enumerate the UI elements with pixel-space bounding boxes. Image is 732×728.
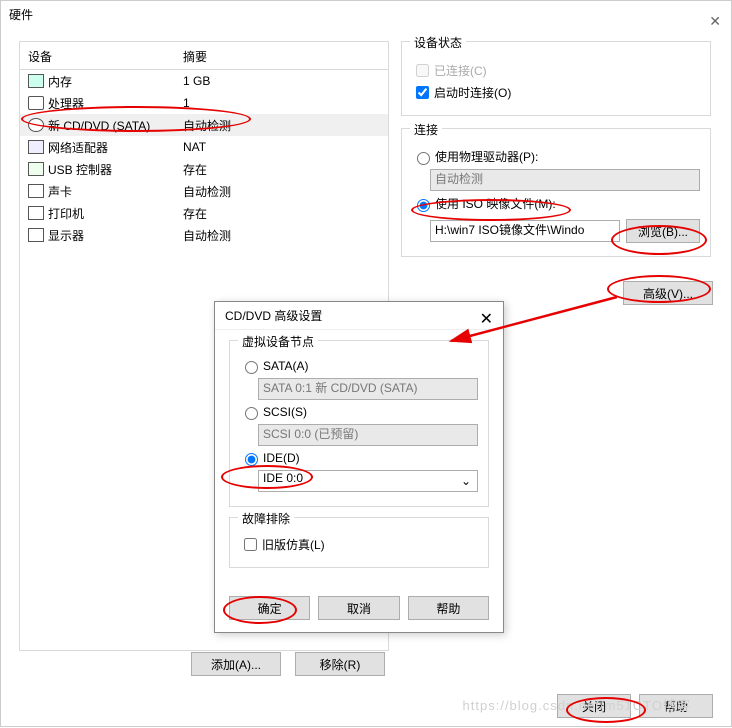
usb-icon xyxy=(28,162,44,176)
device-name: 网络适配器 xyxy=(48,139,183,156)
device-name: 声卡 xyxy=(48,183,183,200)
window-title: 硬件 xyxy=(9,8,33,22)
ide-radio-row[interactable]: IDE(D) xyxy=(240,450,478,466)
scsi-radio-row[interactable]: SCSI(S) xyxy=(240,404,478,420)
connected-checkbox-row[interactable]: 已连接(C) xyxy=(412,61,700,80)
use-iso-radio-row[interactable]: 使用 ISO 映像文件(M): xyxy=(412,195,700,212)
connect-on-power-row[interactable]: 启动时连接(O) xyxy=(412,83,700,102)
list-item[interactable]: 内存 1 GB xyxy=(20,70,388,92)
chevron-down-icon: ⌄ xyxy=(461,474,471,488)
device-summary: 存在 xyxy=(183,161,207,178)
connected-label: 已连接(C) xyxy=(434,62,487,79)
list-item[interactable]: 处理器 1 xyxy=(20,92,388,114)
fault-group: 故障排除 旧版仿真(L) xyxy=(229,517,489,568)
column-header-summary[interactable]: 摘要 xyxy=(183,48,380,65)
ide-label: IDE(D) xyxy=(263,451,300,465)
list-item[interactable]: 网络适配器 NAT xyxy=(20,136,388,158)
cpu-icon xyxy=(28,96,44,110)
device-summary: NAT xyxy=(183,140,206,154)
legacy-label: 旧版仿真(L) xyxy=(262,536,325,553)
iso-path-select[interactable]: H:\win7 ISO镜像文件\Windo xyxy=(430,220,620,242)
monitor-icon xyxy=(28,228,44,242)
sound-icon xyxy=(28,184,44,198)
scsi-radio[interactable] xyxy=(245,407,258,420)
use-iso-label: 使用 ISO 映像文件(M): xyxy=(435,195,556,212)
browse-button[interactable]: 浏览(B)... xyxy=(626,219,700,243)
advanced-button[interactable]: 高级(V)... xyxy=(623,281,713,305)
device-summary: 自动检测 xyxy=(183,117,231,134)
use-physical-radio[interactable] xyxy=(417,152,430,165)
ide-radio[interactable] xyxy=(245,453,258,466)
device-name: 新 CD/DVD (SATA) xyxy=(48,117,183,134)
connect-on-power-checkbox[interactable] xyxy=(416,86,429,99)
scsi-select: SCSI 0:0 (已预留) xyxy=(258,424,478,446)
printer-icon xyxy=(28,206,44,220)
group-title: 设备状态 xyxy=(410,34,466,51)
add-button[interactable]: 添加(A)... xyxy=(191,652,281,676)
list-item[interactable]: 声卡 自动检测 xyxy=(20,180,388,202)
scsi-label: SCSI(S) xyxy=(263,405,307,419)
connection-group: 连接 使用物理驱动器(P): 自动检测 使用 ISO 映像文件(M): H:\w… xyxy=(401,128,711,257)
close-icon[interactable]: ✕ xyxy=(709,7,721,35)
device-summary: 自动检测 xyxy=(183,183,231,200)
ide-select[interactable]: IDE 0:0 ⌄ xyxy=(258,470,478,492)
device-name: 内存 xyxy=(48,73,183,90)
ide-select-value: IDE 0:0 xyxy=(263,471,303,485)
sata-radio[interactable] xyxy=(245,361,258,374)
sata-radio-row[interactable]: SATA(A) xyxy=(240,358,478,374)
device-summary: 1 GB xyxy=(183,74,210,88)
device-name: 显示器 xyxy=(48,227,183,244)
help-button[interactable]: 帮助 xyxy=(408,596,489,620)
close-icon[interactable]: ✕ xyxy=(480,306,493,334)
list-item[interactable]: 打印机 存在 xyxy=(20,202,388,224)
cancel-button[interactable]: 取消 xyxy=(318,596,399,620)
virtual-node-group: 虚拟设备节点 SATA(A) SATA 0:1 新 CD/DVD (SATA) … xyxy=(229,340,489,507)
dialog-titlebar: CD/DVD 高级设置 ✕ xyxy=(215,302,503,330)
use-iso-radio[interactable] xyxy=(417,199,430,212)
legacy-checkbox-row[interactable]: 旧版仿真(L) xyxy=(240,535,478,554)
use-physical-label: 使用物理驱动器(P): xyxy=(435,148,538,165)
remove-button[interactable]: 移除(R) xyxy=(295,652,385,676)
connected-checkbox xyxy=(416,64,429,77)
advanced-dialog: CD/DVD 高级设置 ✕ 虚拟设备节点 SATA(A) SATA 0:1 新 … xyxy=(214,301,504,633)
device-name: 处理器 xyxy=(48,95,183,112)
list-item[interactable]: 显示器 自动检测 xyxy=(20,224,388,246)
connect-on-power-label: 启动时连接(O) xyxy=(434,84,511,101)
legacy-checkbox[interactable] xyxy=(244,538,257,551)
column-header-device[interactable]: 设备 xyxy=(28,48,183,65)
ok-button[interactable]: 确定 xyxy=(229,596,310,620)
device-summary: 1 xyxy=(183,96,190,110)
memory-icon xyxy=(28,74,44,88)
device-status-group: 设备状态 已连接(C) 启动时连接(O) xyxy=(401,41,711,116)
device-name: 打印机 xyxy=(48,205,183,222)
group-title: 虚拟设备节点 xyxy=(238,333,318,350)
device-summary: 存在 xyxy=(183,205,207,222)
watermark-text: https://blog.csdn.net/m51CTO博客 xyxy=(463,695,691,714)
device-name: USB 控制器 xyxy=(48,161,183,178)
list-item[interactable]: USB 控制器 存在 xyxy=(20,158,388,180)
device-summary: 自动检测 xyxy=(183,227,231,244)
network-icon xyxy=(28,140,44,154)
group-title: 故障排除 xyxy=(238,510,294,527)
cd-icon xyxy=(28,118,44,132)
titlebar: 硬件 ✕ xyxy=(1,1,731,29)
sata-select: SATA 0:1 新 CD/DVD (SATA) xyxy=(258,378,478,400)
dialog-title: CD/DVD 高级设置 xyxy=(225,309,322,323)
use-physical-radio-row[interactable]: 使用物理驱动器(P): xyxy=(412,148,700,165)
list-item-selected[interactable]: 新 CD/DVD (SATA) 自动检测 xyxy=(20,114,388,136)
sata-label: SATA(A) xyxy=(263,359,309,373)
physical-drive-select: 自动检测 xyxy=(430,169,700,191)
group-title: 连接 xyxy=(410,121,442,138)
